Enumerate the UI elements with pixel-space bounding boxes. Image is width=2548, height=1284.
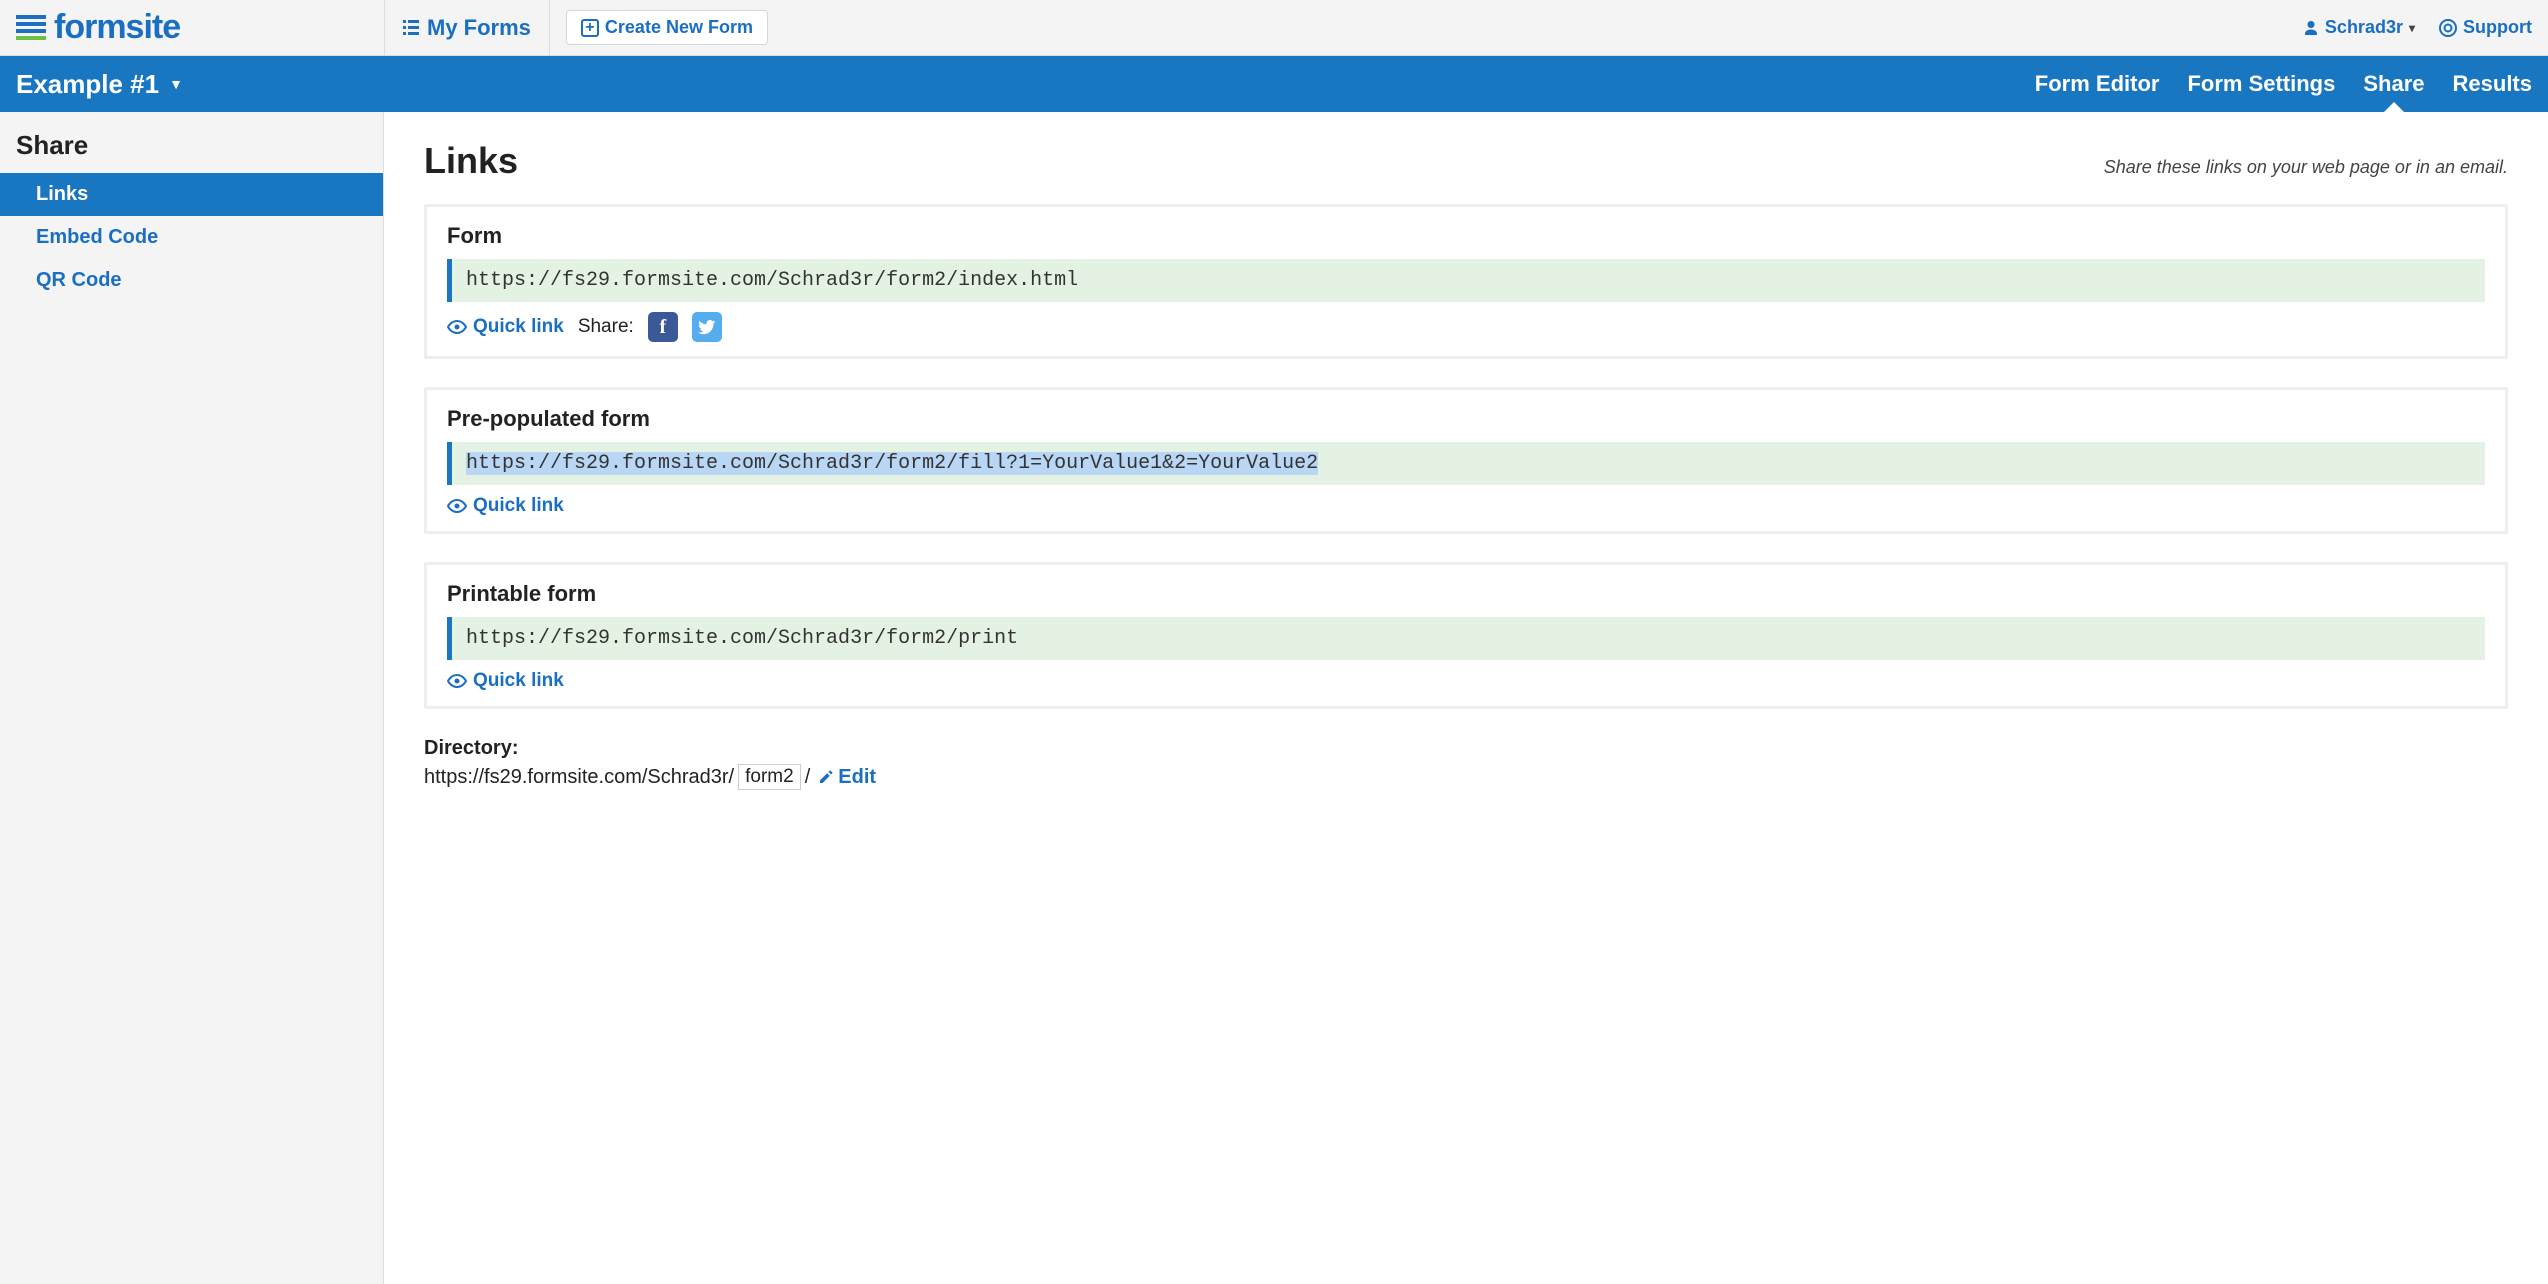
quick-link-prepop[interactable]: Quick link — [447, 495, 564, 517]
list-icon — [403, 20, 421, 36]
triangle-down-icon: ▼ — [169, 76, 183, 92]
sidebar-item-qr-code[interactable]: QR Code — [0, 259, 383, 302]
share-facebook-button[interactable]: f — [648, 312, 678, 342]
sidebar-title: Share — [0, 130, 383, 173]
directory-section: Directory: https://fs29.formsite.com/Sch… — [424, 737, 2508, 790]
form-tabs: Form Editor Form Settings Share Results — [2035, 57, 2532, 111]
tab-results[interactable]: Results — [2453, 57, 2532, 111]
directory-slug: form2 — [738, 764, 801, 790]
page-hint: Share these links on your web page or in… — [2104, 157, 2508, 178]
directory-label: Directory: — [424, 737, 2508, 760]
eye-icon — [447, 674, 467, 688]
card-form: Form https://fs29.formsite.com/Schrad3r/… — [424, 204, 2508, 359]
form-url[interactable]: https://fs29.formsite.com/Schrad3r/form2… — [447, 259, 2485, 302]
quick-link-print[interactable]: Quick link — [447, 670, 564, 692]
my-forms-link[interactable]: My Forms — [384, 0, 550, 55]
share-twitter-button[interactable] — [692, 312, 722, 342]
directory-url-line: https://fs29.formsite.com/Schrad3r/ form… — [424, 764, 2508, 790]
tab-share[interactable]: Share — [2363, 57, 2424, 111]
print-url[interactable]: https://fs29.formsite.com/Schrad3r/form2… — [447, 617, 2485, 660]
tab-form-editor[interactable]: Form Editor — [2035, 57, 2160, 111]
user-menu[interactable]: Schrad3r ▾ — [2303, 17, 2415, 38]
sidebar-item-links[interactable]: Links — [0, 173, 383, 216]
top-bar: formsite My Forms + Create New Form Schr… — [0, 0, 2548, 56]
card-print-title: Printable form — [447, 581, 2485, 607]
form-name: Example #1 — [16, 69, 159, 100]
user-icon — [2303, 20, 2319, 36]
directory-base: https://fs29.formsite.com/Schrad3r/ — [424, 766, 734, 789]
support-link[interactable]: Support — [2439, 17, 2532, 38]
user-name: Schrad3r — [2325, 17, 2403, 38]
brand-logo[interactable]: formsite — [16, 8, 384, 47]
form-bar: Example #1 ▼ Form Editor Form Settings S… — [0, 56, 2548, 112]
plus-icon: + — [581, 19, 599, 37]
top-right: Schrad3r ▾ Support — [2303, 17, 2532, 38]
page-title: Links — [424, 140, 518, 182]
eye-icon — [447, 320, 467, 334]
facebook-icon: f — [659, 316, 666, 339]
tab-form-settings[interactable]: Form Settings — [2187, 57, 2335, 111]
quick-link-label: Quick link — [473, 495, 564, 517]
quick-link-form[interactable]: Quick link — [447, 316, 564, 338]
card-form-actions: Quick link Share: f — [447, 312, 2485, 342]
pencil-icon — [818, 769, 834, 785]
quick-link-label: Quick link — [473, 316, 564, 338]
card-prepop-title: Pre-populated form — [447, 406, 2485, 432]
create-form-button[interactable]: + Create New Form — [566, 10, 768, 45]
card-prepop: Pre-populated form https://fs29.formsite… — [424, 387, 2508, 534]
quick-link-label: Quick link — [473, 670, 564, 692]
edit-label: Edit — [838, 766, 876, 789]
brand-name: formsite — [54, 8, 180, 47]
lifebuoy-icon — [2439, 19, 2457, 37]
card-print: Printable form https://fs29.formsite.com… — [424, 562, 2508, 709]
directory-edit-link[interactable]: Edit — [818, 766, 876, 789]
support-label: Support — [2463, 17, 2532, 38]
sidebar: Share Links Embed Code QR Code — [0, 112, 384, 1284]
sidebar-item-embed-code[interactable]: Embed Code — [0, 216, 383, 259]
logo-icon — [16, 15, 46, 41]
card-prepop-actions: Quick link — [447, 495, 2485, 517]
caret-down-icon: ▾ — [2409, 21, 2415, 35]
main: Links Share these links on your web page… — [384, 112, 2548, 1284]
create-label: Create New Form — [605, 17, 753, 38]
main-header: Links Share these links on your web page… — [424, 140, 2508, 182]
eye-icon — [447, 499, 467, 513]
form-selector[interactable]: Example #1 ▼ — [16, 69, 183, 100]
directory-trail: / — [805, 766, 811, 789]
share-label: Share: — [578, 316, 634, 338]
twitter-icon — [698, 318, 716, 336]
body: Share Links Embed Code QR Code Links Sha… — [0, 112, 2548, 1284]
my-forms-label: My Forms — [427, 15, 531, 41]
card-print-actions: Quick link — [447, 670, 2485, 692]
card-form-title: Form — [447, 223, 2485, 249]
prepop-url[interactable]: https://fs29.formsite.com/Schrad3r/form2… — [447, 442, 2485, 485]
prepop-url-selected: https://fs29.formsite.com/Schrad3r/form2… — [466, 452, 1318, 475]
